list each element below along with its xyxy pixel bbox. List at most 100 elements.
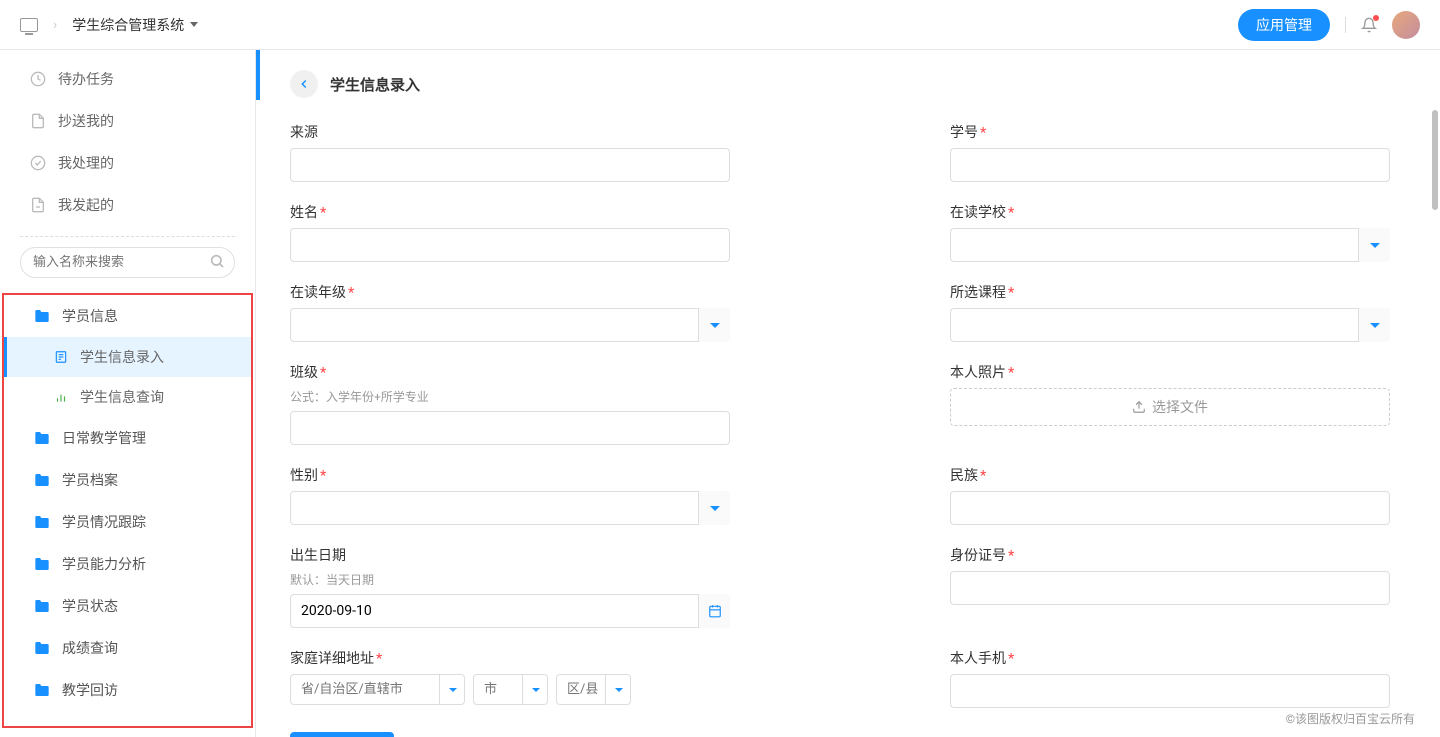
name-input[interactable]	[290, 228, 730, 262]
field-id-number: 身份证号*	[950, 545, 1390, 628]
back-button[interactable]	[290, 70, 318, 98]
sidebar-folder-grades[interactable]: 成绩查询	[4, 627, 251, 669]
folder-label: 学员能力分析	[62, 554, 146, 574]
school-select[interactable]	[950, 228, 1390, 262]
search-icon	[209, 253, 225, 273]
sidebar-item-processed[interactable]: 我处理的	[0, 142, 255, 184]
sidebar-item-label: 抄送我的	[58, 111, 114, 131]
gender-select[interactable]	[290, 491, 730, 525]
sidebar-sub-student-query[interactable]: 学生信息查询	[4, 377, 251, 417]
folder-icon	[34, 430, 50, 446]
address-row	[290, 674, 730, 705]
grade-select[interactable]	[290, 308, 730, 342]
folder-label: 学员信息	[62, 306, 118, 326]
folder-open-icon	[34, 308, 50, 324]
notification-dot	[1373, 15, 1379, 21]
mobile-input[interactable]	[950, 674, 1390, 708]
select-arrow-icon	[522, 674, 548, 705]
field-label: 身份证号*	[950, 545, 1390, 565]
submit-button[interactable]: 提交	[290, 732, 394, 737]
field-dob: 出生日期 默认：当天日期	[290, 545, 730, 628]
sidebar-item-label: 待办任务	[58, 69, 114, 89]
sidebar-sub-student-entry[interactable]: 学生信息录入	[4, 337, 251, 377]
sidebar-item-cc[interactable]: 抄送我的	[0, 100, 255, 142]
sidebar-item-label: 我处理的	[58, 153, 114, 173]
hint-text: 公式：入学年份+所学专业	[290, 388, 730, 405]
sidebar-folder-tracking[interactable]: 学员情况跟踪	[4, 501, 251, 543]
divider	[1345, 17, 1346, 33]
source-input[interactable]	[290, 148, 730, 182]
id-number-input[interactable]	[950, 571, 1390, 605]
chart-icon	[54, 390, 68, 404]
field-address: 家庭详细地址*	[290, 648, 730, 708]
province-select[interactable]	[290, 674, 465, 705]
folder-label: 学员状态	[62, 596, 118, 616]
copyright-text: ©该图版权归百宝云所有	[1286, 710, 1415, 727]
sidebar-folder-student-info[interactable]: 学员信息	[4, 295, 251, 337]
field-course: 所选课程*	[950, 282, 1390, 342]
field-label: 学号*	[950, 122, 1390, 142]
header-right: 应用管理	[1238, 9, 1420, 41]
folder-icon	[34, 472, 50, 488]
district-select[interactable]	[556, 674, 631, 705]
folder-icon	[34, 514, 50, 530]
sidebar-item-label: 我发起的	[58, 195, 114, 215]
nav-highlight-box: 学员信息 学生信息录入 学生信息查询 日常教学管理 学员档案 学员情况跟踪	[2, 293, 253, 728]
field-label: 民族*	[950, 465, 1390, 485]
folder-label: 日常教学管理	[62, 428, 146, 448]
field-label: 家庭详细地址*	[290, 648, 730, 668]
app-management-button[interactable]: 应用管理	[1238, 9, 1330, 41]
calendar-icon[interactable]	[698, 594, 730, 628]
sidebar-item-todo[interactable]: 待办任务	[0, 58, 255, 100]
class-input[interactable]	[290, 411, 730, 445]
folder-icon	[34, 598, 50, 614]
caret-down-icon	[190, 22, 198, 27]
select-arrow-icon[interactable]	[1358, 308, 1390, 342]
sub-item-label: 学生信息查询	[80, 387, 164, 407]
sidebar-folder-status[interactable]: 学员状态	[4, 585, 251, 627]
page-icon	[54, 350, 68, 364]
upload-icon	[1132, 400, 1146, 414]
sidebar: 待办任务 抄送我的 我处理的 我发起的 学员信息	[0, 50, 256, 737]
folder-icon	[34, 682, 50, 698]
document-icon	[30, 113, 46, 129]
system-title[interactable]: 学生综合管理系统	[72, 15, 198, 35]
search-input[interactable]	[20, 247, 235, 278]
folder-label: 学员档案	[62, 470, 118, 490]
clock-icon	[30, 71, 46, 87]
bell-icon[interactable]	[1361, 17, 1377, 33]
breadcrumb-sep: ›	[53, 17, 57, 33]
file-upload-button[interactable]: 选择文件	[950, 388, 1390, 426]
field-label: 所选课程*	[950, 282, 1390, 302]
sidebar-folder-teaching[interactable]: 日常教学管理	[4, 417, 251, 459]
dob-input[interactable]	[290, 594, 730, 628]
app-header: › 学生综合管理系统 应用管理	[0, 0, 1440, 50]
field-label: 姓名*	[290, 202, 730, 222]
folder-icon	[34, 640, 50, 656]
sidebar-folder-archive[interactable]: 学员档案	[4, 459, 251, 501]
select-arrow-icon[interactable]	[1358, 228, 1390, 262]
field-mobile: 本人手机*	[950, 648, 1390, 708]
student-id-input[interactable]	[950, 148, 1390, 182]
field-source: 来源	[290, 122, 730, 182]
field-gender: 性别*	[290, 465, 730, 525]
chevron-left-icon	[297, 77, 311, 91]
folder-label: 教学回访	[62, 680, 118, 700]
select-arrow-icon[interactable]	[698, 308, 730, 342]
course-select[interactable]	[950, 308, 1390, 342]
field-name: 姓名*	[290, 202, 730, 262]
scrollbar[interactable]	[1432, 110, 1438, 210]
field-label: 本人照片*	[950, 362, 1390, 382]
city-select[interactable]	[473, 674, 548, 705]
sidebar-folder-followup[interactable]: 教学回访	[4, 669, 251, 711]
main: 学生信息录入 来源 学号* 姓名* 在读学校*	[256, 50, 1440, 737]
avatar[interactable]	[1392, 11, 1420, 39]
content: 学生信息录入 来源 学号* 姓名* 在读学校*	[260, 50, 1440, 737]
select-arrow-icon[interactable]	[698, 491, 730, 525]
sidebar-item-initiated[interactable]: 我发起的	[0, 184, 255, 226]
nav-divider	[20, 236, 235, 237]
ethnicity-input[interactable]	[950, 491, 1390, 525]
sidebar-folder-ability[interactable]: 学员能力分析	[4, 543, 251, 585]
select-arrow-icon	[605, 674, 631, 705]
send-icon	[30, 197, 46, 213]
